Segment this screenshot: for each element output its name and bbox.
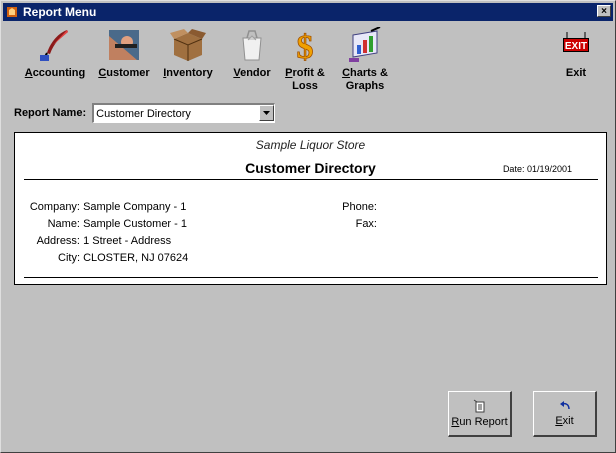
report-preview: Sample Liquor Store Customer Directory D… [14, 132, 607, 285]
header-divider [24, 179, 598, 180]
chart-icon [337, 23, 393, 67]
store-name: Sample Liquor Store [255, 138, 366, 152]
bag-icon [229, 23, 275, 67]
dollar-icon: $ [281, 23, 329, 67]
exit-sign-icon: EXIT [557, 23, 595, 67]
footer-divider [24, 277, 598, 278]
close-button[interactable]: × [597, 5, 611, 17]
run-report-button[interactable]: Run Report [448, 391, 512, 437]
inventory-label: nventory [166, 67, 213, 79]
profit-loss-button[interactable]: $ Profit & Loss [281, 23, 329, 93]
exit-toolbar-label: Exit [565, 67, 587, 79]
field-address: Address: 1 Street - Address [36, 235, 172, 247]
customer-label: ustomer [106, 67, 150, 79]
report-name-value: Customer Directory [96, 107, 191, 120]
quill-pen-icon [22, 23, 88, 67]
report-menu-window: Report Menu × Accounting Customer Invent… [0, 0, 616, 453]
profit-loss-label: rofit & [292, 67, 325, 79]
report-name-row: Report Name: Customer Directory [14, 102, 276, 124]
app-icon [5, 5, 19, 19]
svg-text:$: $ [297, 29, 314, 63]
field-city: City: CLOSTER, NJ 07624 [58, 252, 189, 264]
field-company: Company: Sample Company - 1 [29, 201, 187, 213]
charts-graphs-label: harts & [350, 67, 388, 79]
accounting-label: ccounting [32, 67, 86, 79]
run-report-icon [473, 399, 487, 416]
report-date: Date: 01/19/2001 [502, 164, 572, 174]
charts-graphs-label-line2: Graphs [345, 80, 385, 92]
accounting-label-hotkey: A [24, 67, 33, 79]
box-icon [158, 23, 218, 67]
exit-label: xit [562, 415, 574, 427]
customer-icon [94, 23, 154, 67]
vendor-button[interactable]: Vendor [229, 23, 275, 80]
customer-button[interactable]: Customer [94, 23, 154, 80]
profit-loss-label-line2: Loss [292, 80, 318, 92]
window-title: Report Menu [23, 5, 97, 19]
accounting-button[interactable]: Accounting [22, 23, 88, 80]
title-bar[interactable]: Report Menu × [3, 3, 613, 21]
charts-graphs-button[interactable]: Charts & Graphs [337, 23, 393, 93]
exit-toolbar-button[interactable]: EXIT Exit [557, 23, 595, 80]
run-report-label: un Report [459, 416, 508, 428]
field-fax: Fax: [355, 218, 377, 230]
field-name: Name: Sample Customer - 1 [47, 218, 187, 230]
vendor-label: endor [240, 67, 271, 79]
field-phone: Phone: [342, 201, 377, 213]
toolbar: Accounting Customer Inventory Vendor $ P… [1, 23, 616, 95]
report-name-select[interactable]: Customer Directory [92, 103, 276, 123]
exit-sign-text: EXIT [565, 41, 587, 52]
undo-arrow-icon [558, 400, 572, 415]
exit-button[interactable]: Exit [533, 391, 597, 437]
dropdown-arrow-icon[interactable] [259, 105, 275, 121]
exit-hotkey: E [555, 415, 563, 427]
inventory-button[interactable]: Inventory [158, 23, 218, 80]
charts-graphs-label-hotkey: C [342, 67, 351, 79]
report-name-label: Report Name: [14, 107, 87, 119]
